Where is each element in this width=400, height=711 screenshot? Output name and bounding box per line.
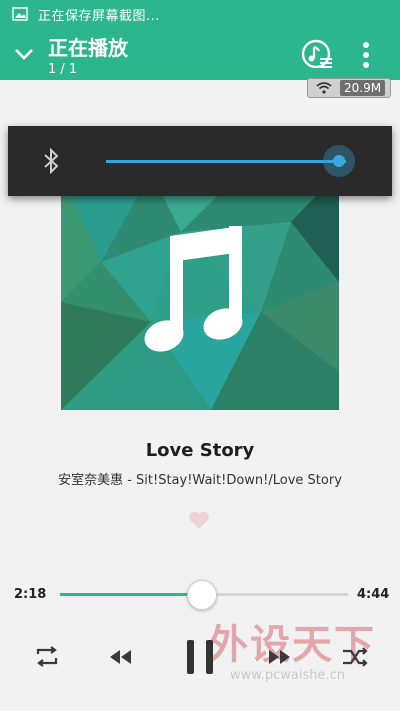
header: 正在播放 1 / 1: [0, 28, 400, 80]
song-title: Love Story: [145, 440, 255, 461]
image-icon: [12, 7, 28, 21]
network-speed: 20.9M: [340, 80, 386, 96]
volume-slider-track[interactable]: [106, 160, 346, 163]
shuffle-icon[interactable]: [340, 642, 370, 672]
volume-panel: [8, 126, 392, 196]
album-art: [61, 172, 339, 410]
pause-icon[interactable]: [184, 638, 216, 676]
song-artist-album: 安室奈美惠 - Sit!Stay!Wait!Down!/Love Story: [58, 473, 342, 488]
progress-thumb[interactable]: [187, 580, 218, 610]
elapsed-time: 2:18: [14, 587, 47, 602]
total-time: 4:44: [357, 587, 390, 602]
volume-slider-thumb[interactable]: [322, 145, 355, 177]
previous-icon[interactable]: [106, 642, 136, 672]
repeat-icon[interactable]: [32, 642, 62, 672]
bluetooth-icon: [44, 148, 59, 174]
status-text: 正在保存屏幕截图...: [38, 8, 160, 24]
progress-fill: [60, 593, 202, 596]
status-bar: 正在保存屏幕截图...: [0, 0, 400, 28]
heart-icon[interactable]: [188, 510, 210, 530]
track-counter: 1 / 1: [48, 62, 78, 77]
page-title: 正在播放: [48, 36, 128, 60]
next-icon[interactable]: [264, 642, 294, 672]
more-options-icon[interactable]: [356, 40, 376, 70]
wifi-icon: [316, 82, 332, 94]
network-speed-badge: 20.9M: [307, 78, 391, 98]
chevron-down-icon[interactable]: [12, 42, 36, 66]
playlist-icon[interactable]: [300, 38, 334, 72]
